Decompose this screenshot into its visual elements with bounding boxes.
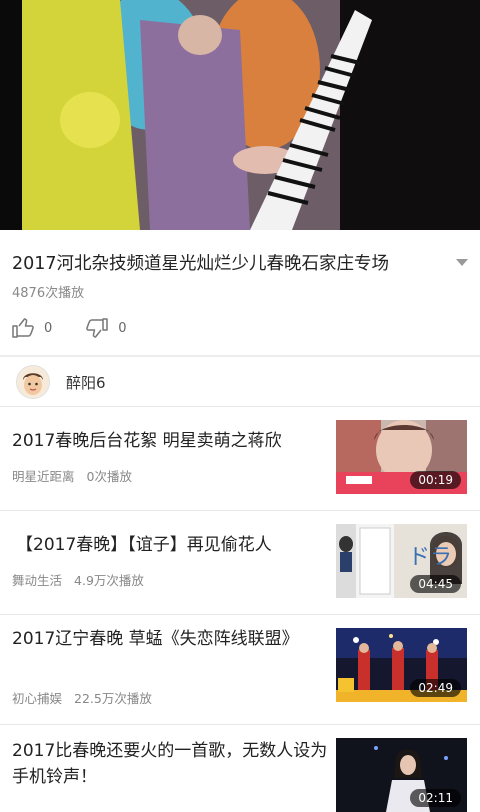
- item-title: 【2017春晚】【谊子】再见偷花人: [16, 535, 272, 555]
- item-plays: 4.9万次播放: [74, 573, 144, 588]
- item-channel: 舞动生活: [12, 573, 63, 588]
- item-channel: 明星近距离: [12, 469, 75, 484]
- list-item[interactable]: 2017辽宁春晚 草蜢《失恋阵线联盟》 初心捕娱 22.5万次播放 02:49: [0, 616, 480, 726]
- item-thumbnail[interactable]: 00:19: [336, 420, 467, 494]
- cartoon-face-icon: [17, 366, 49, 398]
- item-meta: 明星近距离 0次播放: [12, 466, 132, 485]
- like-button[interactable]: 0: [12, 318, 52, 338]
- item-duration: 02:11: [410, 789, 461, 807]
- thumbs-up-icon: [12, 318, 34, 338]
- item-plays: 0次播放: [86, 469, 132, 484]
- item-meta: 舞动生活 4.9万次播放: [12, 570, 144, 589]
- item-thumbnail[interactable]: 02:11: [336, 738, 467, 812]
- list-item[interactable]: 【2017春晚】【谊子】再见偷花人 舞动生活 4.9万次播放 ドラ 04:45: [0, 512, 480, 612]
- item-thumbnail[interactable]: ドラ 04:45: [336, 524, 467, 598]
- list-divider: [0, 724, 480, 725]
- item-plays: 22.5万次播放: [74, 691, 152, 706]
- item-duration: 00:19: [410, 471, 461, 489]
- item-duration: 02:49: [410, 679, 461, 697]
- list-divider: [0, 614, 480, 615]
- video-frame: [0, 0, 480, 230]
- item-thumbnail[interactable]: 02:49: [336, 628, 467, 702]
- item-title: 2017辽宁春晚 草蜢《失恋阵线联盟》: [12, 629, 299, 649]
- item-duration: 04:45: [410, 575, 461, 593]
- uploader-row[interactable]: 醉阳6: [0, 358, 480, 406]
- section-divider: [0, 355, 480, 357]
- like-count: 0: [44, 320, 53, 336]
- list-divider: [0, 510, 480, 511]
- list-divider: [0, 406, 480, 407]
- video-title: 2017河北杂技频道星光灿烂少儿春晚石家庄专场: [12, 254, 390, 274]
- dislike-count: 0: [118, 320, 127, 336]
- list-item[interactable]: 2017比春晚还要火的一首歌，无数人设为手机铃声！ 02:11: [0, 726, 480, 812]
- avatar[interactable]: [16, 365, 50, 399]
- reaction-bar: 0 0: [12, 314, 161, 342]
- uploader-name[interactable]: 醉阳6: [66, 372, 106, 393]
- item-title: 2017春晚后台花絮 明星卖萌之蒋欣: [12, 431, 282, 451]
- play-count: 4876次播放: [12, 286, 85, 301]
- item-title: 2017比春晚还要火的一首歌，无数人设为手机铃声！: [12, 741, 328, 787]
- item-meta: 初心捕娱 22.5万次播放: [12, 688, 152, 707]
- thumbs-down-icon: [86, 318, 109, 338]
- video-player[interactable]: [0, 0, 480, 230]
- expand-arrow-icon[interactable]: [456, 259, 468, 266]
- list-item[interactable]: 2017春晚后台花絮 明星卖萌之蒋欣 明星近距离 0次播放 00:19: [0, 408, 480, 508]
- item-channel: 初心捕娱: [12, 691, 63, 706]
- svg-text:ドラ: ドラ: [408, 545, 452, 570]
- dislike-button[interactable]: 0: [86, 318, 127, 338]
- video-title-row[interactable]: 2017河北杂技频道星光灿烂少儿春晚石家庄专场: [12, 250, 468, 280]
